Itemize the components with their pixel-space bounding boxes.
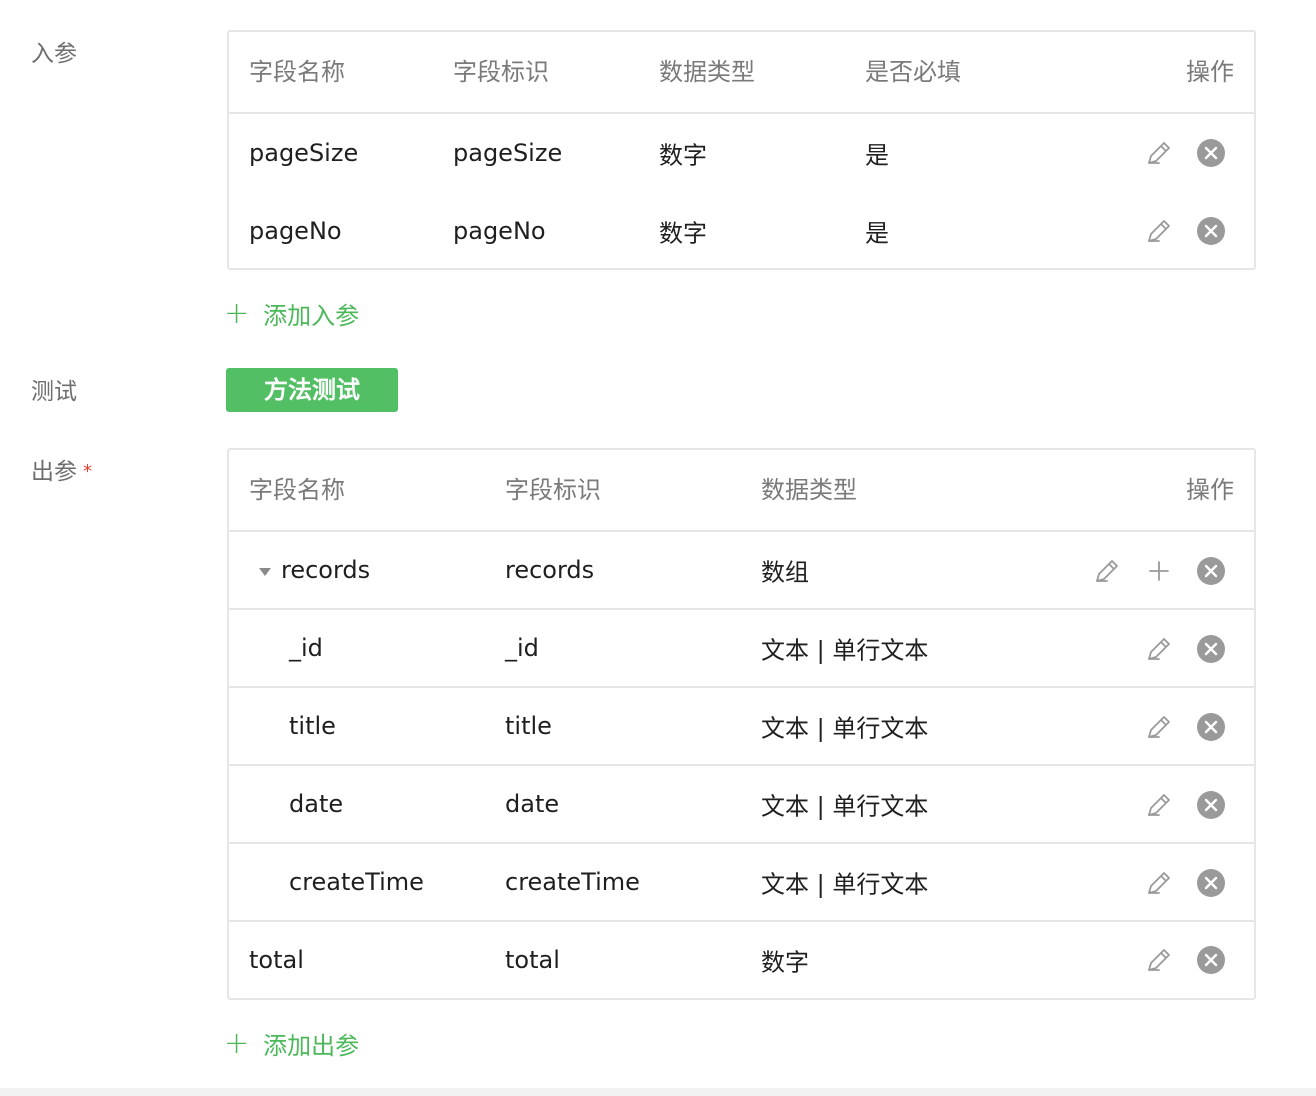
pencil-icon[interactable] xyxy=(1143,867,1175,899)
add-output-param-button[interactable]: + 添加出参 xyxy=(224,1026,359,1061)
output-params-label: 出参 xyxy=(31,459,77,485)
input-params-label: 入参 xyxy=(31,41,77,67)
field-name: records xyxy=(281,556,371,584)
field-name: date xyxy=(289,790,344,818)
table-row: createTime createTime 文本 | 单行文本 xyxy=(229,844,1254,922)
field-identifier: createTime xyxy=(505,868,640,896)
close-circle-icon[interactable] xyxy=(1195,789,1227,821)
method-test-button[interactable]: 方法测试 xyxy=(226,368,398,412)
pencil-icon[interactable] xyxy=(1143,789,1175,821)
field-name: title xyxy=(289,712,336,740)
input-params-table: 字段名称 字段标识 数据类型 是否必填 操作 pageSize pageSize… xyxy=(227,30,1256,270)
col-data-type: 数据类型 xyxy=(761,476,857,504)
field-identifier: total xyxy=(505,946,560,974)
plus-icon: + xyxy=(224,1025,250,1061)
close-circle-icon[interactable] xyxy=(1195,944,1227,976)
output-params-label-wrap: 出参 * xyxy=(31,452,92,486)
close-circle-icon[interactable] xyxy=(1195,711,1227,743)
table-row: _id _id 文本 | 单行文本 xyxy=(229,610,1254,688)
field-required: 是 xyxy=(865,219,889,248)
add-input-param-label: 添加入参 xyxy=(263,302,360,330)
add-input-param-button[interactable]: + 添加入参 xyxy=(224,296,359,331)
col-required: 是否必填 xyxy=(865,58,961,86)
close-circle-icon[interactable] xyxy=(1195,215,1227,247)
col-data-type: 数据类型 xyxy=(659,58,755,86)
field-identifier: records xyxy=(505,556,595,584)
col-field-name: 字段名称 xyxy=(249,476,345,504)
field-type: 数字 xyxy=(659,141,707,170)
col-field-name: 字段名称 xyxy=(249,58,345,86)
field-identifier: pageNo xyxy=(453,217,546,245)
add-output-param-label: 添加出参 xyxy=(263,1032,360,1060)
field-name: pageSize xyxy=(249,139,359,167)
field-required: 是 xyxy=(865,141,889,170)
field-type: 文本 | 单行文本 xyxy=(761,636,929,665)
bottom-divider xyxy=(0,1088,1316,1096)
field-name: total xyxy=(249,946,304,974)
field-name: _id xyxy=(289,634,323,662)
field-identifier: title xyxy=(505,712,552,740)
pencil-icon[interactable] xyxy=(1143,633,1175,665)
table-row: pageNo pageNo 数字 是 xyxy=(229,192,1254,270)
plus-icon[interactable] xyxy=(1143,555,1175,587)
pencil-icon[interactable] xyxy=(1143,137,1175,169)
output-params-table: 字段名称 字段标识 数据类型 操作 records records 数组 _id… xyxy=(227,448,1256,1000)
plus-icon: + xyxy=(224,295,250,331)
required-mark: * xyxy=(83,461,92,482)
input-params-header: 字段名称 字段标识 数据类型 是否必填 操作 xyxy=(229,32,1254,114)
close-circle-icon[interactable] xyxy=(1195,867,1227,899)
field-type: 数组 xyxy=(761,558,809,587)
col-actions: 操作 xyxy=(1186,476,1234,504)
pencil-icon[interactable] xyxy=(1143,215,1175,247)
pencil-icon[interactable] xyxy=(1091,555,1123,587)
output-params-header: 字段名称 字段标识 数据类型 操作 xyxy=(229,450,1254,532)
close-circle-icon[interactable] xyxy=(1195,633,1227,665)
caret-down-icon[interactable] xyxy=(259,568,271,576)
pencil-icon[interactable] xyxy=(1143,711,1175,743)
field-type: 文本 | 单行文本 xyxy=(761,714,929,743)
field-name: pageNo xyxy=(249,217,342,245)
table-row: date date 文本 | 单行文本 xyxy=(229,766,1254,844)
field-identifier: _id xyxy=(505,634,539,662)
pencil-icon[interactable] xyxy=(1143,944,1175,976)
table-row: records records 数组 xyxy=(229,532,1254,610)
field-type: 文本 | 单行文本 xyxy=(761,792,929,821)
table-row: title title 文本 | 单行文本 xyxy=(229,688,1254,766)
field-identifier: date xyxy=(505,790,560,818)
field-name: createTime xyxy=(289,868,424,896)
col-actions: 操作 xyxy=(1186,58,1234,86)
field-type: 数字 xyxy=(761,948,809,977)
col-field-identifier: 字段标识 xyxy=(505,476,601,504)
test-label: 测试 xyxy=(31,379,77,405)
field-type: 文本 | 单行文本 xyxy=(761,870,929,899)
field-type: 数字 xyxy=(659,219,707,248)
close-circle-icon[interactable] xyxy=(1195,137,1227,169)
table-row: total total 数字 xyxy=(229,922,1254,998)
close-circle-icon[interactable] xyxy=(1195,555,1227,587)
field-identifier: pageSize xyxy=(453,139,563,167)
col-field-identifier: 字段标识 xyxy=(453,58,549,86)
table-row: pageSize pageSize 数字 是 xyxy=(229,114,1254,192)
